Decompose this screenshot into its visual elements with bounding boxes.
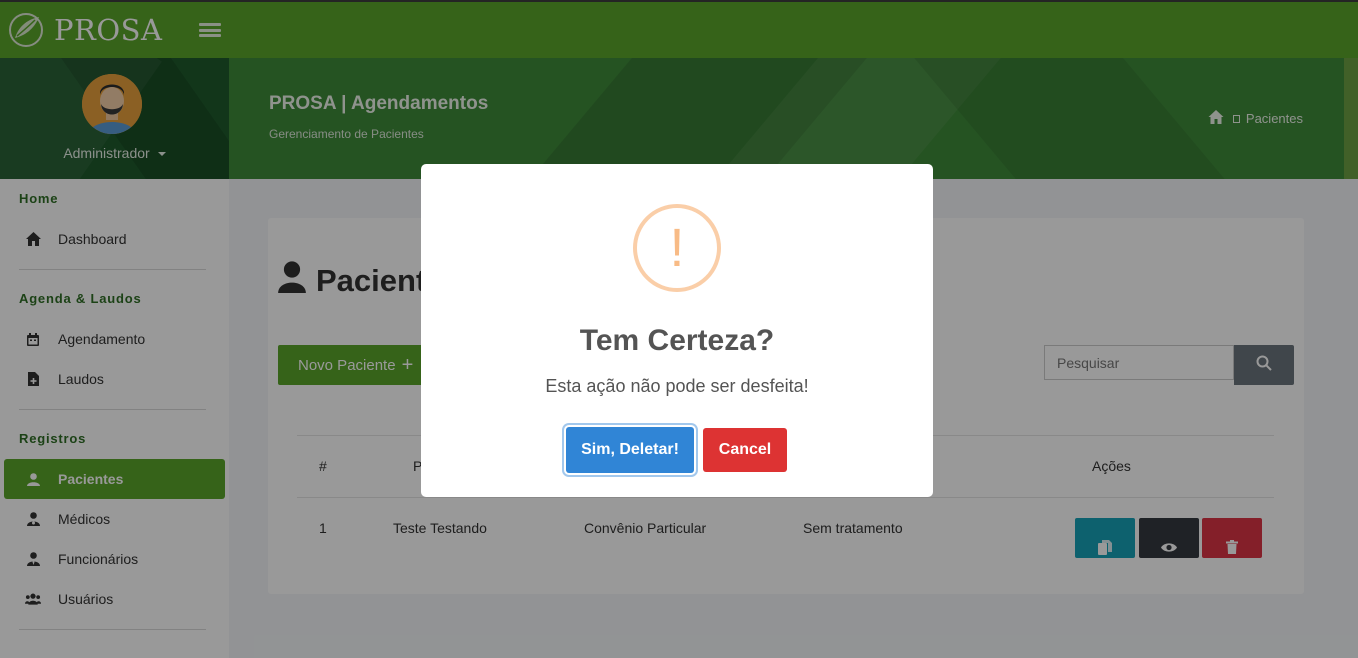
warning-icon: ! xyxy=(633,204,721,292)
confirm-dialog: ! Tem Certeza? Esta ação não pode ser de… xyxy=(421,164,933,497)
dialog-text: Esta ação não pode ser desfeita! xyxy=(545,376,809,396)
confirm-delete-button[interactable]: Sim, Deletar! xyxy=(566,427,694,473)
dialog-title: Tem Certeza? xyxy=(579,324,775,357)
cancel-button[interactable]: Cancel xyxy=(703,428,787,472)
